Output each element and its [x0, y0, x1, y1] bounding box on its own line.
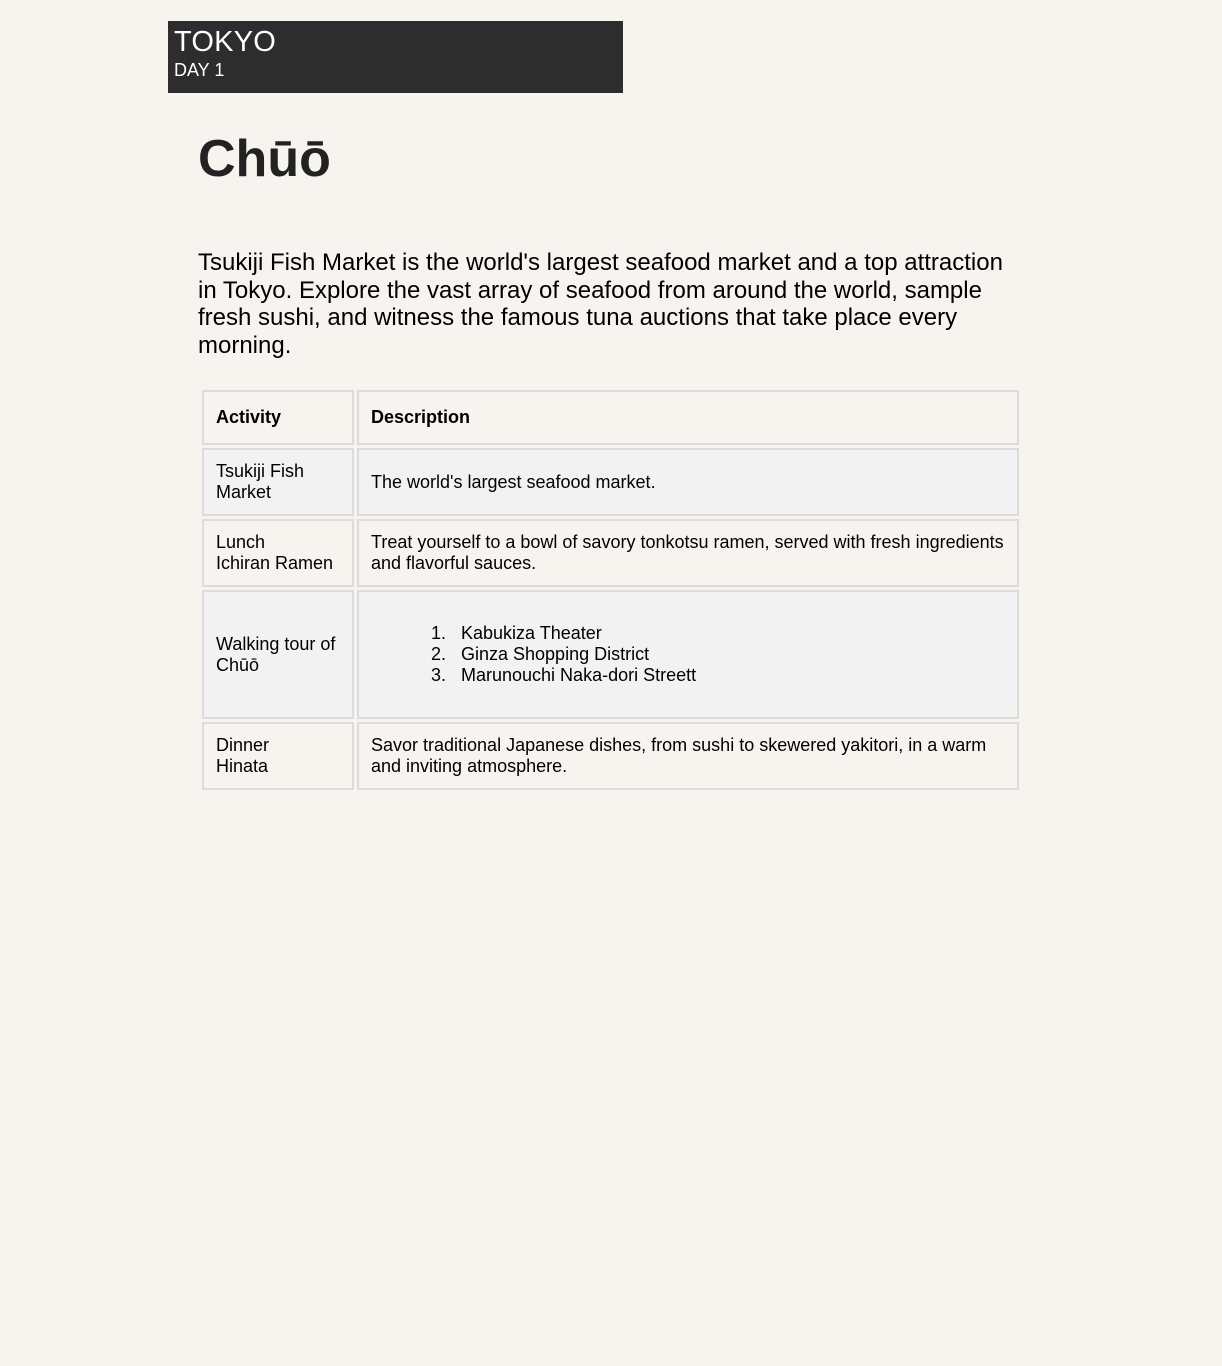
- description-cell: The world's largest seafood market.: [357, 448, 1019, 516]
- activity-venue: Hinata: [216, 756, 269, 776]
- activity-name: Walking tour of Chūō: [216, 633, 336, 675]
- activity-meal: Dinner: [216, 735, 270, 755]
- header-badge: TOKYO DAY 1: [168, 21, 623, 93]
- description-cell: Savor traditional Japanese dishes, from …: [357, 722, 1019, 790]
- tour-stop: Ginza Shopping District: [451, 644, 1005, 665]
- description-cell: Kabukiza Theater Ginza Shopping District…: [357, 590, 1019, 719]
- tour-stop: Kabukiza Theater: [451, 623, 1005, 644]
- column-header-activity: Activity: [202, 390, 354, 445]
- table-header-row: Activity Description: [202, 390, 1019, 445]
- activity-meal: Lunch: [216, 532, 266, 552]
- description-cell: Treat yourself to a bowl of savory tonko…: [357, 519, 1019, 587]
- table-row: Lunch Ichiran Ramen Treat yourself to a …: [202, 519, 1019, 587]
- tour-stop: Marunouchi Naka-dori Streett: [451, 665, 1005, 686]
- table-row: Walking tour of Chūō Kabukiza Theater Gi…: [202, 590, 1019, 719]
- activity-cell: Tsukiji Fish Market: [202, 448, 354, 516]
- activity-cell: Lunch Ichiran Ramen: [202, 519, 354, 587]
- activity-cell: Dinner Hinata: [202, 722, 354, 790]
- column-header-description: Description: [357, 390, 1019, 445]
- intro-paragraph: Tsukiji Fish Market is the world's large…: [198, 249, 1003, 359]
- table-row: Dinner Hinata Savor traditional Japanese…: [202, 722, 1019, 790]
- activity-venue: Ichiran Ramen: [216, 553, 334, 573]
- itinerary-table: Activity Description Tsukiji Fish Market…: [199, 387, 1022, 793]
- table-row: Tsukiji Fish Market The world's largest …: [202, 448, 1019, 516]
- walking-tour-list: Kabukiza Theater Ginza Shopping District…: [371, 623, 1005, 686]
- header-city: TOKYO: [174, 26, 276, 58]
- page-title: Chūō: [198, 130, 331, 188]
- activity-name: Tsukiji Fish Market: [216, 461, 305, 502]
- header-day: DAY 1: [174, 60, 225, 80]
- activity-cell: Walking tour of Chūō: [202, 590, 354, 719]
